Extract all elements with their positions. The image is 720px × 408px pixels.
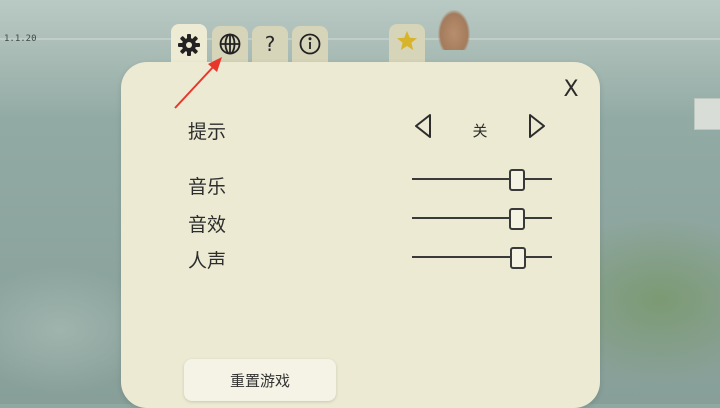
voice-slider[interactable] (412, 246, 552, 269)
question-icon: ? (264, 32, 276, 56)
background-character (438, 10, 470, 50)
background-shoreline (0, 38, 720, 40)
tab-info[interactable] (292, 26, 328, 62)
hint-value: 关 (472, 122, 488, 140)
slider-knob[interactable] (510, 247, 527, 269)
close-button[interactable]: X (560, 78, 582, 102)
slider-knob[interactable] (509, 169, 525, 191)
reset-game-button[interactable]: 重置游戏 (184, 359, 336, 401)
sfx-slider[interactable] (412, 207, 552, 230)
slider-knob[interactable] (509, 208, 525, 230)
background-sign (694, 98, 720, 130)
triangle-right-icon (527, 114, 547, 144)
gear-icon (177, 33, 201, 57)
tab-settings[interactable] (171, 24, 207, 66)
star-icon (395, 29, 419, 57)
hint-prev-button[interactable] (413, 112, 433, 140)
slider-track (412, 217, 552, 219)
voice-label: 人声 (188, 250, 227, 272)
tab-language[interactable] (212, 26, 248, 62)
info-icon (298, 32, 322, 56)
tab-help[interactable]: ? (252, 26, 288, 62)
version-label: 1.1.20 (4, 34, 37, 44)
music-label: 音乐 (188, 176, 227, 198)
sfx-label: 音效 (188, 214, 227, 236)
slider-track (412, 256, 552, 258)
hint-label: 提示 (188, 121, 227, 143)
slider-track (412, 178, 552, 180)
tab-achievements[interactable] (389, 24, 425, 62)
hint-next-button[interactable] (527, 112, 547, 140)
globe-icon (218, 32, 242, 56)
music-slider[interactable] (412, 168, 552, 191)
triangle-left-icon (413, 114, 433, 144)
